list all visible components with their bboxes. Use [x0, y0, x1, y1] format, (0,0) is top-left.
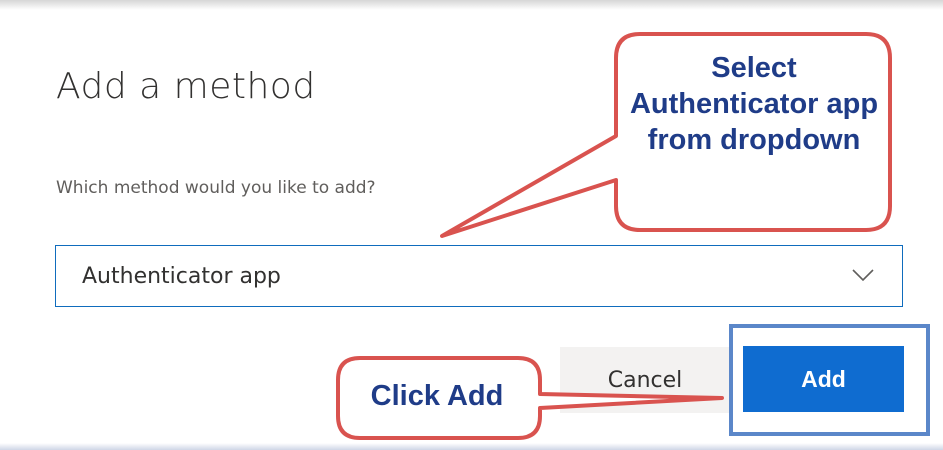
add-callout-text: Click Add [370, 380, 504, 412]
select-callout-text: Select Authenticator app from dropdown [629, 52, 879, 156]
bottom-edge [0, 443, 943, 450]
